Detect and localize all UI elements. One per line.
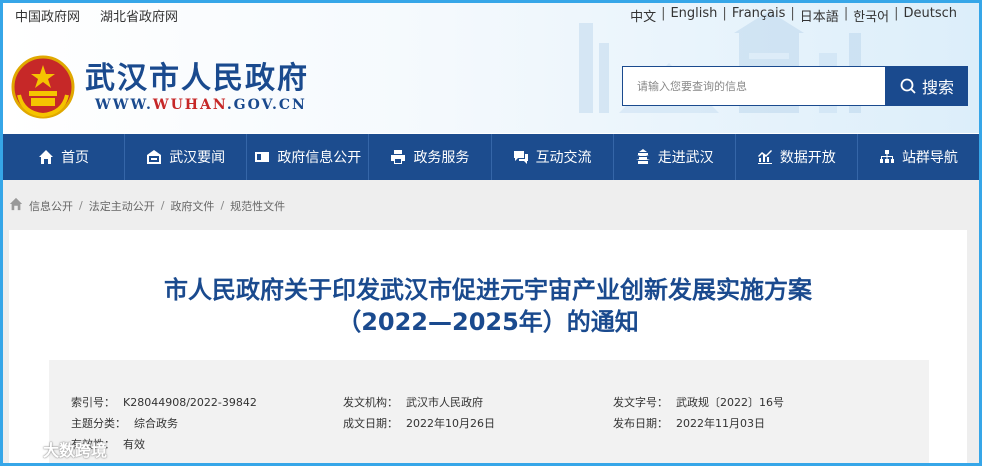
lang-separator: |: [843, 6, 849, 21]
breadcrumb-item[interactable]: 规范性文件: [230, 198, 285, 214]
search-input[interactable]: 请输入您要查询的信息: [622, 66, 886, 106]
site-url: WWW.WUHAN.GOV.CN: [95, 97, 307, 113]
nav-label: 政府信息公开: [277, 150, 362, 166]
page-frame: 中国政府网 湖北省政府网 中文 | English | Français | 日本語 |…: [0, 0, 982, 466]
nav-item-open-data[interactable]: 数据开放: [736, 134, 858, 180]
article-title: 市人民政府关于印发武汉市促进元宇宙产业创新发展实施方案 （2022—2025年）…: [9, 274, 967, 338]
lang-en[interactable]: English: [670, 6, 717, 25]
id-card-icon: [255, 152, 270, 162]
top-link-hubei[interactable]: 湖北省政府网: [100, 6, 178, 25]
lang-separator: |: [790, 6, 795, 21]
nav-label: 数据开放: [779, 150, 836, 166]
nav-item-site-nav[interactable]: 站群导航: [858, 134, 979, 180]
article-title-line2: （2022—2025年）的通知: [337, 308, 639, 336]
meta-created-date: 成文日期： 2022年10月26日: [343, 417, 495, 430]
watermark-logo-icon: [15, 441, 38, 457]
nav-item-about-wuhan[interactable]: 走进武汉: [614, 134, 736, 180]
nav-label: 互动交流: [535, 150, 592, 166]
nav-label: 首页: [61, 150, 90, 166]
watermark: 大数跨境: [13, 437, 107, 461]
site-url-highlight: WUHAN: [152, 97, 227, 113]
article-title-line1: 市人民政府关于印发武汉市促进元宇宙产业创新发展实施方案: [164, 276, 812, 304]
chart-icon: [757, 150, 772, 164]
nav-item-home[interactable]: 首页: [3, 134, 126, 180]
lang-zh[interactable]: 中文: [630, 6, 656, 25]
breadcrumb-separator: /: [220, 199, 225, 212]
lang-separator: |: [894, 6, 899, 21]
watermark-text: 大数跨境: [43, 441, 108, 460]
lang-de[interactable]: Deutsch: [903, 6, 957, 25]
nav-item-gov-services[interactable]: 政务服务: [369, 134, 492, 180]
nav-label: 站群导航: [901, 150, 958, 166]
meta-topic: 主题分类： 综合政务: [71, 417, 178, 430]
breadcrumb-home-icon[interactable]: [9, 197, 23, 214]
breadcrumb-item[interactable]: 法定主动公开: [89, 198, 155, 214]
site-url-suffix: .GOV.CN: [226, 97, 307, 113]
nav-label: 走进武汉: [657, 150, 714, 166]
chat-icon: [513, 151, 528, 164]
sitemap-icon: [879, 150, 894, 163]
site-name[interactable]: 武汉市人民政府: [85, 53, 309, 97]
nav-item-interaction[interactable]: 互动交流: [492, 134, 614, 180]
main-nav: 首页 武汉要闻 政府信息公开 政务服务 互动交流 走进武汉 数据开放 站群导航: [3, 134, 979, 180]
lang-separator: |: [722, 6, 727, 21]
meta-index: 索引号： K28044908/2022-39842: [71, 396, 257, 409]
breadcrumb-separator: /: [79, 199, 83, 212]
lang-ja[interactable]: 日本語: [800, 6, 839, 25]
site-url-prefix: WWW.: [95, 97, 153, 113]
news-icon: [147, 150, 162, 164]
lang-ko[interactable]: 한국어: [853, 6, 889, 25]
document-metadata: 索引号： K28044908/2022-39842 发文机构： 武汉市人民政府 发文…: [49, 360, 929, 463]
lang-fr[interactable]: Français: [732, 6, 786, 25]
article-panel: 市人民政府关于印发武汉市促进元宇宙产业创新发展实施方案 （2022—2025年）…: [9, 230, 967, 463]
breadcrumb: 信息公开 / 法定主动公开 / 政府文件 / 规范性文件: [9, 197, 285, 214]
breadcrumb-separator: /: [160, 199, 165, 212]
nav-item-info-disclosure[interactable]: 政府信息公开: [247, 134, 370, 180]
nav-label: 政务服务: [413, 150, 470, 166]
search-button[interactable]: 搜索: [886, 66, 968, 106]
breadcrumb-item[interactable]: 信息公开: [29, 198, 73, 214]
top-links: 中国政府网 湖北省政府网: [15, 6, 178, 25]
lang-separator: |: [661, 6, 666, 21]
meta-issuer: 发文机构： 武汉市人民政府: [343, 396, 483, 409]
meta-doc-number: 发文字号： 武政规〔2022〕16号: [613, 396, 784, 409]
meta-published-date: 发布日期： 2022年11月03日: [613, 417, 765, 430]
breadcrumb-item[interactable]: 政府文件: [170, 198, 214, 214]
nav-label: 武汉要闻: [169, 150, 226, 166]
search-icon: [900, 78, 916, 94]
printer-icon: [391, 150, 406, 164]
language-bar: 中文 | English | Français | 日本語 | 한국어 | Deutsch: [630, 6, 957, 25]
national-emblem-icon[interactable]: [11, 55, 75, 119]
nav-item-news[interactable]: 武汉要闻: [125, 134, 248, 180]
home-icon: [39, 150, 54, 164]
site-header: 中国政府网 湖北省政府网 中文 | English | Français | 日本語 |…: [3, 3, 979, 133]
tower-icon: [635, 149, 650, 164]
search-button-label: 搜索: [921, 78, 954, 97]
top-link-gov-cn[interactable]: 中国政府网: [15, 6, 80, 25]
